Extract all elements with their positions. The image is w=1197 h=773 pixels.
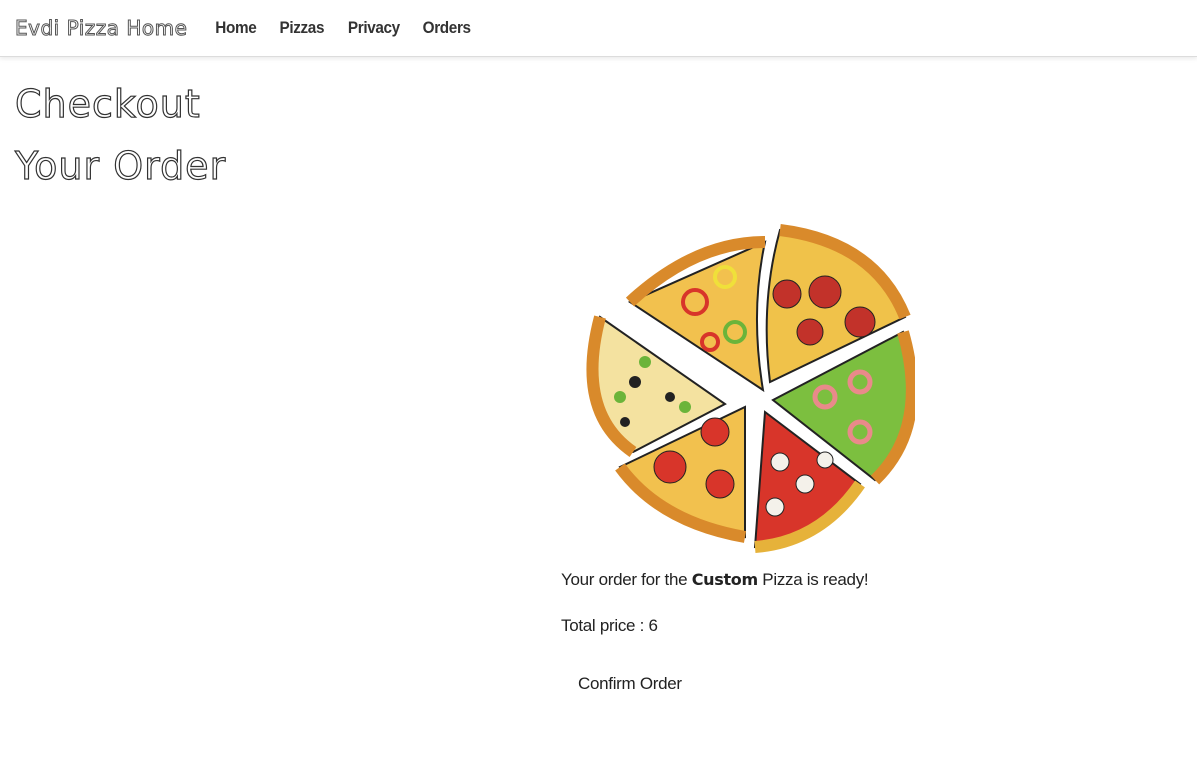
order-message-suffix: Pizza is ready! (757, 570, 869, 589)
page-subtitle: Your Order (14, 143, 227, 188)
total-price: Total price : 6 (561, 616, 658, 636)
nav-link-orders[interactable]: Orders (423, 18, 471, 38)
order-message: Your order for the Custom Pizza is ready… (561, 570, 869, 590)
confirm-order-button[interactable]: Confirm Order (568, 668, 692, 700)
pizza-image (586, 224, 915, 553)
total-price-value: 6 (648, 616, 658, 635)
order-message-prefix: Your order for the (561, 570, 692, 589)
nav-link-pizzas[interactable]: Pizzas (280, 18, 325, 38)
navbar: Evdi Pizza Home Home Pizzas Privacy Orde… (0, 0, 1197, 57)
pizza-name: Custom (691, 570, 758, 589)
nav-link-home[interactable]: Home (216, 18, 257, 38)
nav-links: Home Pizzas Privacy Orders (213, 18, 473, 38)
page-title: Checkout (14, 81, 201, 126)
brand-link[interactable]: Evdi Pizza Home (14, 16, 187, 41)
nav-link-privacy[interactable]: Privacy (348, 18, 400, 38)
total-price-label: Total price : (561, 616, 649, 635)
